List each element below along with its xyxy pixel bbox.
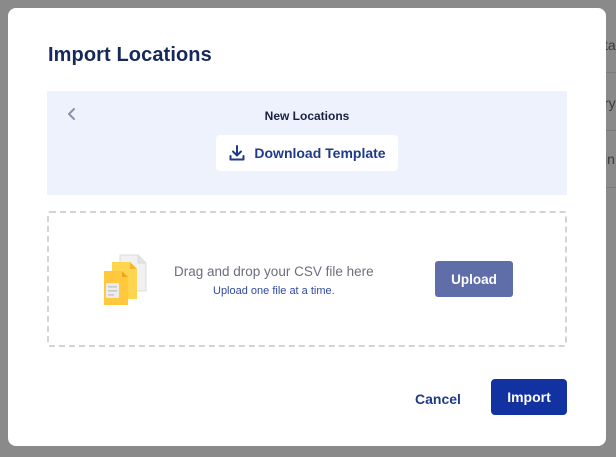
upload-button[interactable]: Upload	[435, 261, 513, 297]
download-template-label: Download Template	[254, 145, 386, 161]
dropzone-hint: Upload one file at a time.	[213, 285, 335, 297]
file-stack-icon	[104, 254, 147, 305]
dropzone-instruction: Drag and drop your CSV file here	[174, 264, 374, 279]
panel-heading: New Locations	[264, 109, 350, 123]
import-button[interactable]: Import	[491, 379, 567, 415]
download-icon	[229, 145, 245, 161]
dialog-title: Import Locations	[48, 44, 212, 66]
download-template-button[interactable]: Download Template	[216, 135, 398, 171]
template-panel: New Locations Download Template	[47, 91, 567, 195]
cancel-button[interactable]: Cancel	[408, 388, 468, 410]
import-locations-dialog: Import Locations New Locations Download …	[8, 8, 606, 446]
file-dropzone[interactable]: Drag and drop your CSV file here Upload …	[47, 211, 567, 347]
